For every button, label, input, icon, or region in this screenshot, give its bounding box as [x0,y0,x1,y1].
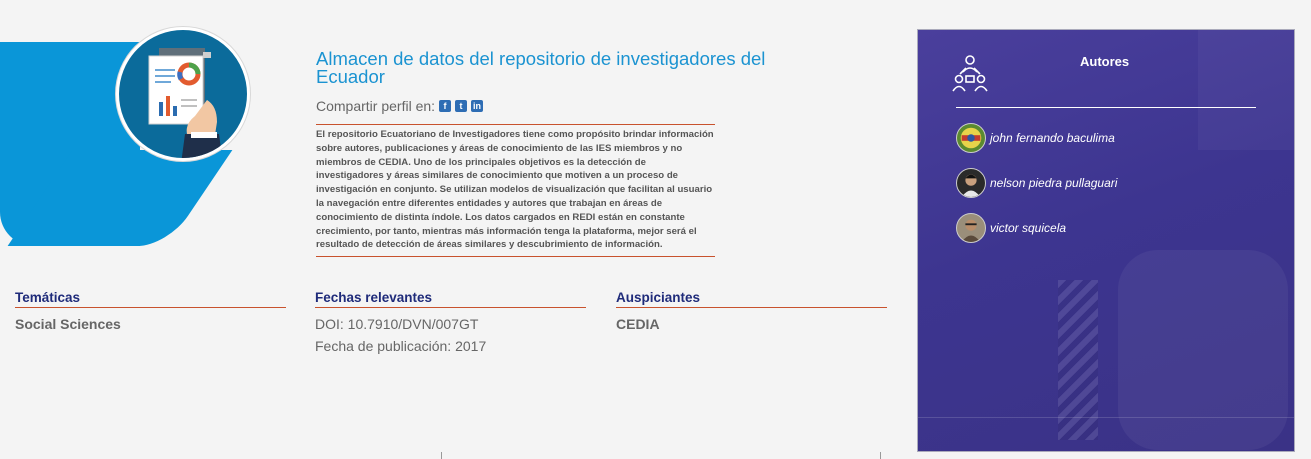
authors-panel: Autores john fernando baculima nelson pi… [917,29,1295,452]
panel-background-decoration [1058,280,1098,440]
team-icon [950,52,990,92]
project-title: Almacen de datos del repositorio de inve… [316,48,766,87]
panel-background-decoration [1198,30,1294,150]
author-name[interactable]: victor squicela [990,221,1066,235]
author-item[interactable]: nelson piedra pullaguari [956,168,1117,198]
fechas-heading: Fechas relevantes [315,290,586,308]
authors-divider [956,107,1256,108]
panel-footer-band [918,417,1294,451]
tematicas-heading: Temáticas [15,290,286,308]
auspiciantes-value: CEDIA [616,316,660,332]
auspiciantes-section: Auspiciantes CEDIA [616,290,887,332]
column-divider [441,452,442,459]
author-name[interactable]: nelson piedra pullaguari [990,176,1117,190]
avatar [956,213,986,243]
column-divider [880,452,881,459]
project-description: El repositorio Ecuatoriano de Investigad… [316,124,715,258]
twitter-icon[interactable]: t [455,100,468,112]
auspiciantes-heading: Auspiciantes [616,290,887,308]
tematicas-value: Social Sciences [15,316,121,332]
facebook-icon[interactable]: f [439,100,452,112]
linkedin-icon[interactable]: in [471,100,484,112]
share-label: Compartir perfil en: [316,98,436,114]
fechas-section: Fechas relevantes DOI: 10.7910/DVN/007GT… [315,290,586,354]
avatar [956,123,986,153]
authors-title: Autores [1080,54,1130,69]
report-illustration [116,27,250,161]
tematicas-section: Temáticas Social Sciences [15,290,286,332]
avatar [956,168,986,198]
doi-value: DOI: 10.7910/DVN/007GT [315,316,479,332]
author-item[interactable]: john fernando baculima [956,123,1115,153]
publication-date: Fecha de publicación: 2017 [315,338,487,354]
share-profile: Compartir perfil en: f t in [316,98,484,114]
author-name[interactable]: john fernando baculima [990,131,1115,145]
author-item[interactable]: victor squicela [956,213,1066,243]
